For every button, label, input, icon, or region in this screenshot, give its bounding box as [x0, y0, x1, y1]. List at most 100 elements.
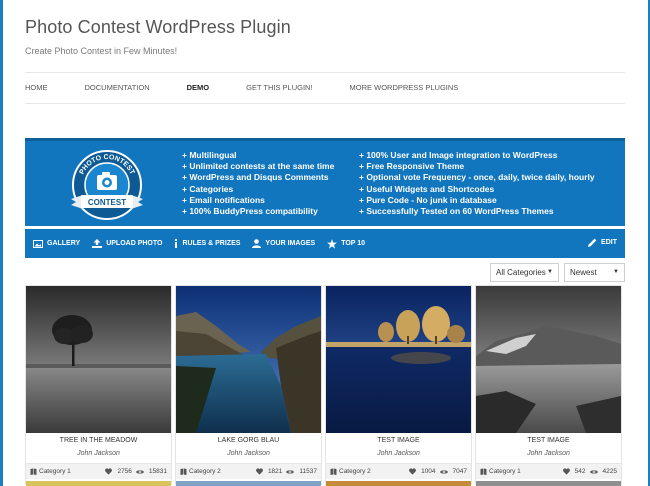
book-icon	[30, 468, 37, 475]
chevron-down-icon: ▼	[613, 269, 619, 275]
photo-thumbnail[interactable]	[176, 286, 321, 433]
eye-icon	[135, 469, 144, 474]
eye-icon	[286, 469, 295, 474]
user-icon	[252, 239, 262, 248]
photo-category-label: Category 2	[189, 468, 221, 475]
heart-icon[interactable]	[256, 468, 263, 475]
book-icon	[480, 468, 487, 475]
site-tagline: Create Photo Contest in Few Minutes!	[25, 46, 178, 56]
menu-gallery[interactable]: GALLERY	[33, 239, 81, 248]
photo-title[interactable]: TREE IN THE MEADOW	[26, 437, 171, 444]
photo-stats: 1004 7047	[409, 468, 467, 475]
next-row-preview	[176, 481, 321, 486]
menu-upload-label: UPLOAD PHOTO	[106, 240, 163, 247]
header-divider	[25, 72, 625, 73]
heart-icon[interactable]	[562, 468, 570, 475]
main-nav: HOME DOCUMENTATION DEMO GET THIS PLUGIN!…	[25, 83, 495, 92]
photo-card[interactable]: TEST IMAGE John Jackson Category 2 1004 …	[325, 285, 472, 486]
menu-gallery-label: GALLERY	[47, 240, 81, 247]
eye-icon	[439, 469, 448, 474]
like-count: 542	[574, 468, 586, 475]
photo-thumbnail[interactable]	[476, 286, 621, 433]
window-frame-left	[0, 0, 3, 486]
next-row-preview	[26, 481, 171, 486]
photo-card[interactable]: TREE IN THE MEADOW John Jackson Category…	[25, 285, 172, 486]
menu-top10[interactable]: TOP 10	[327, 238, 366, 249]
menu-edit[interactable]: EDIT	[588, 238, 617, 247]
feature-item: + Successfully Tested on 60 WordPress Th…	[359, 206, 554, 217]
star-icon	[327, 238, 338, 249]
view-count: 11537	[299, 468, 317, 475]
sort-order-value: Newest	[570, 268, 597, 277]
promo-banner: PHOTO CONTEST CONTEST + Multilingual + U…	[25, 138, 625, 226]
photo-meta: Category 1 542 4225	[476, 463, 621, 479]
menu-edit-label: EDIT	[601, 239, 617, 246]
photo-author[interactable]: John Jackson	[26, 450, 171, 457]
nav-divider	[25, 103, 625, 104]
photo-category[interactable]: Category 2	[180, 468, 221, 475]
photo-meta: Category 2 1004 7047	[326, 463, 471, 479]
photo-meta: Category 2 1821 11537	[176, 463, 321, 479]
photo-card[interactable]: TEST IMAGE John Jackson Category 1 542 4…	[475, 285, 622, 486]
nav-documentation[interactable]: DOCUMENTATION	[85, 83, 150, 92]
photo-category[interactable]: Category 1	[30, 468, 71, 475]
menu-your-images[interactable]: YOUR IMAGES	[252, 239, 315, 248]
feature-item: + 100% User and Image integration to Wor…	[359, 150, 558, 160]
next-row-preview	[326, 481, 471, 486]
badge-ribbon-text: CONTEST	[88, 198, 126, 207]
contest-menu-bar: GALLERY UPLOAD PHOTO RULES & PRIZES YOUR…	[25, 229, 625, 258]
book-icon	[180, 468, 187, 475]
photo-thumbnail[interactable]	[326, 286, 471, 433]
feature-list-right: + 100% User and Image integration to Wor…	[359, 150, 595, 217]
image-icon	[33, 239, 43, 248]
menu-your-images-label: YOUR IMAGES	[265, 240, 316, 247]
photo-card[interactable]: LAKE GORG BLAU John Jackson Category 2 1…	[175, 285, 322, 486]
photo-contest-badge-icon: PHOTO CONTEST CONTEST	[71, 150, 143, 220]
next-row-preview	[476, 481, 621, 486]
feature-item: + WordPress and Disqus Comments	[182, 172, 329, 183]
view-count: 4225	[602, 468, 617, 475]
nav-demo[interactable]: DEMO	[187, 83, 210, 92]
photo-author[interactable]: John Jackson	[326, 450, 471, 457]
photo-thumbnail[interactable]	[26, 286, 171, 433]
like-count: 2756	[117, 468, 132, 475]
feature-item: + Useful Widgets and Shortcodes	[359, 183, 495, 194]
heart-icon[interactable]	[409, 468, 416, 475]
photo-category[interactable]: Category 2	[330, 468, 371, 475]
photo-meta: Category 1 2756 15831	[26, 463, 171, 479]
heart-icon[interactable]	[105, 468, 113, 475]
eye-icon	[589, 469, 598, 474]
menu-upload-photo[interactable]: UPLOAD PHOTO	[92, 239, 162, 248]
info-icon	[175, 239, 178, 248]
category-filter-value: All Categories	[496, 268, 546, 277]
feature-item: + Unlimited contests at the same time	[182, 161, 335, 172]
photo-title[interactable]: LAKE GORG BLAU	[176, 437, 321, 444]
feature-item: + Free Responsive Theme	[359, 161, 465, 172]
photo-category-label: Category 1	[39, 468, 71, 475]
menu-rules-prizes[interactable]: RULES & PRIZES	[174, 239, 240, 248]
feature-item: + Email notifications	[182, 194, 265, 205]
feature-list-left: + Multilingual + Unlimited contests at t…	[182, 150, 334, 217]
photo-title[interactable]: TEST IMAGE	[476, 437, 621, 444]
like-count: 1821	[267, 468, 283, 475]
nav-more-plugins[interactable]: MORE WORDPRESS PLUGINS	[350, 83, 459, 92]
menu-rules-label: RULES & PRIZES	[182, 240, 241, 247]
photo-category[interactable]: Category 1	[480, 468, 521, 475]
photo-author[interactable]: John Jackson	[476, 450, 621, 457]
photo-category-label: Category 1	[489, 468, 521, 475]
category-filter-select[interactable]: All Categories ▼	[490, 263, 559, 282]
nav-get-plugin[interactable]: GET THIS PLUGIN!	[246, 83, 312, 92]
site-title[interactable]: Photo Contest WordPress Plugin	[25, 17, 291, 38]
photo-title[interactable]: TEST IMAGE	[326, 437, 471, 444]
feature-item: + Pure Code - No junk in database	[359, 194, 497, 205]
feature-item: + Categories	[182, 183, 234, 194]
book-icon	[330, 468, 337, 475]
feature-item: + 100% BuddyPress compatibility	[182, 206, 318, 217]
photo-category-label: Category 2	[339, 468, 371, 475]
nav-home[interactable]: HOME	[25, 83, 48, 92]
photo-author[interactable]: John Jackson	[176, 450, 321, 457]
menu-top10-label: TOP 10	[341, 240, 366, 247]
sort-order-select[interactable]: Newest ▼	[564, 263, 625, 282]
like-count: 1004	[421, 468, 436, 475]
photo-stats: 1821 11537	[256, 468, 317, 475]
